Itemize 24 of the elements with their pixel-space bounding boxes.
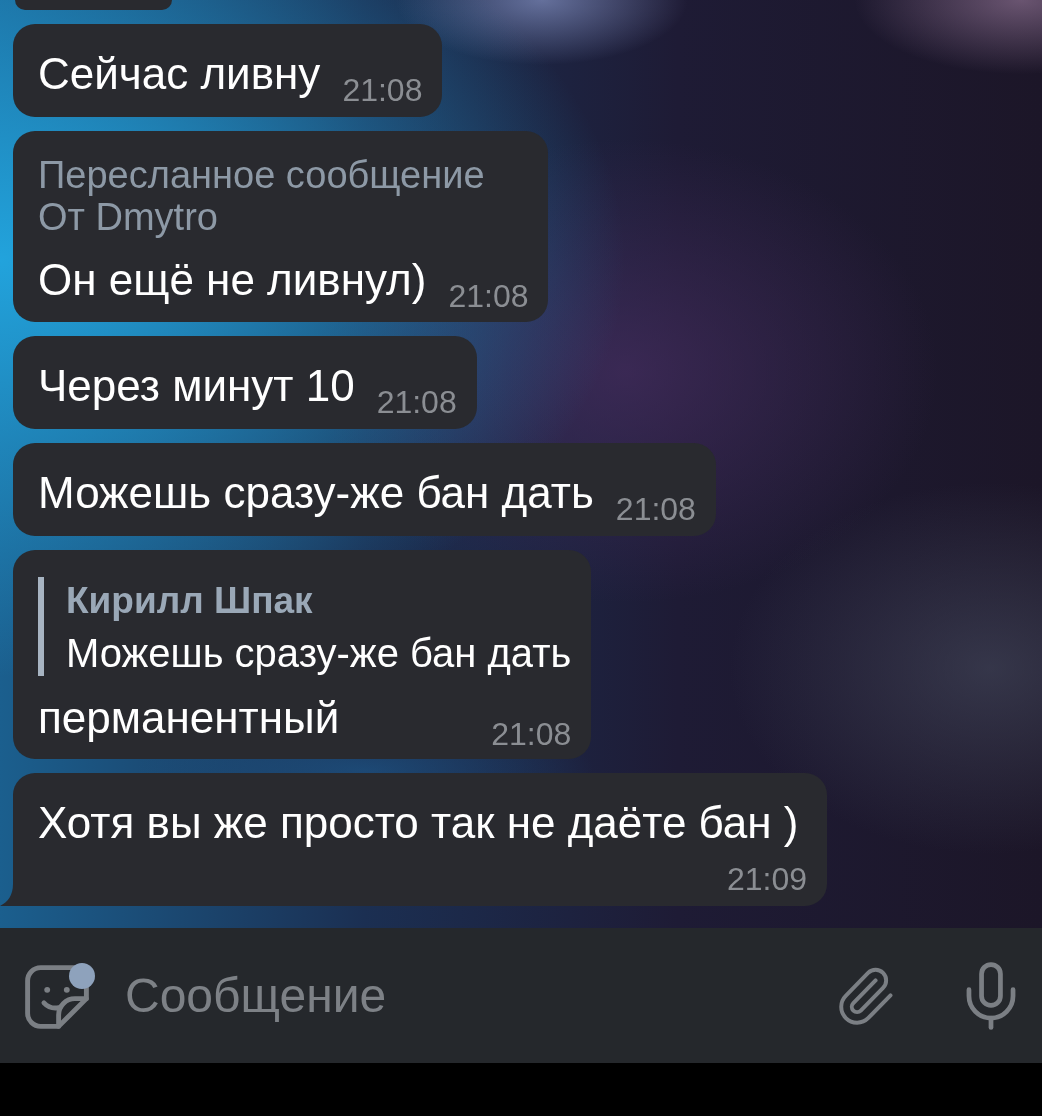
- message-text: Можешь сразу-же бан дать: [38, 467, 594, 519]
- sticker-icon: [25, 964, 89, 1029]
- reply-text: Можешь сразу-же бан дать: [66, 630, 572, 676]
- message-time: 21:08: [615, 493, 696, 525]
- message-text: перманентный: [38, 692, 340, 744]
- message-text: Он ещё не ливнул): [38, 254, 427, 306]
- reply-author: Кирилл Шпак: [66, 580, 314, 622]
- message-time: 21:08: [491, 718, 572, 750]
- message-time: 21:08: [376, 386, 457, 418]
- message-text: Через минут 10: [38, 360, 355, 412]
- voice-button[interactable]: [965, 961, 1017, 1030]
- message-time: 21:08: [448, 280, 529, 312]
- microphone-icon: [965, 961, 1017, 1030]
- forwarded-sender: От Dmytro: [38, 196, 219, 238]
- message-text: Хотя вы же просто так не даёте бан ): [38, 797, 799, 849]
- attach-button[interactable]: [837, 965, 893, 1026]
- reply-quote[interactable]: Кирилл Шпак Можешь сразу-же бан дать: [38, 577, 572, 676]
- forwarded-label: Пересланное сообщение: [38, 154, 486, 196]
- message-time: 21:08: [342, 74, 423, 106]
- sticker-button[interactable]: [25, 962, 95, 1029]
- message-composer[interactable]: Сообщение: [0, 928, 1042, 1063]
- message-text: Сейчас ливну: [38, 48, 321, 100]
- message-time: 21:09: [726, 863, 807, 895]
- paperclip-icon: [837, 965, 893, 1026]
